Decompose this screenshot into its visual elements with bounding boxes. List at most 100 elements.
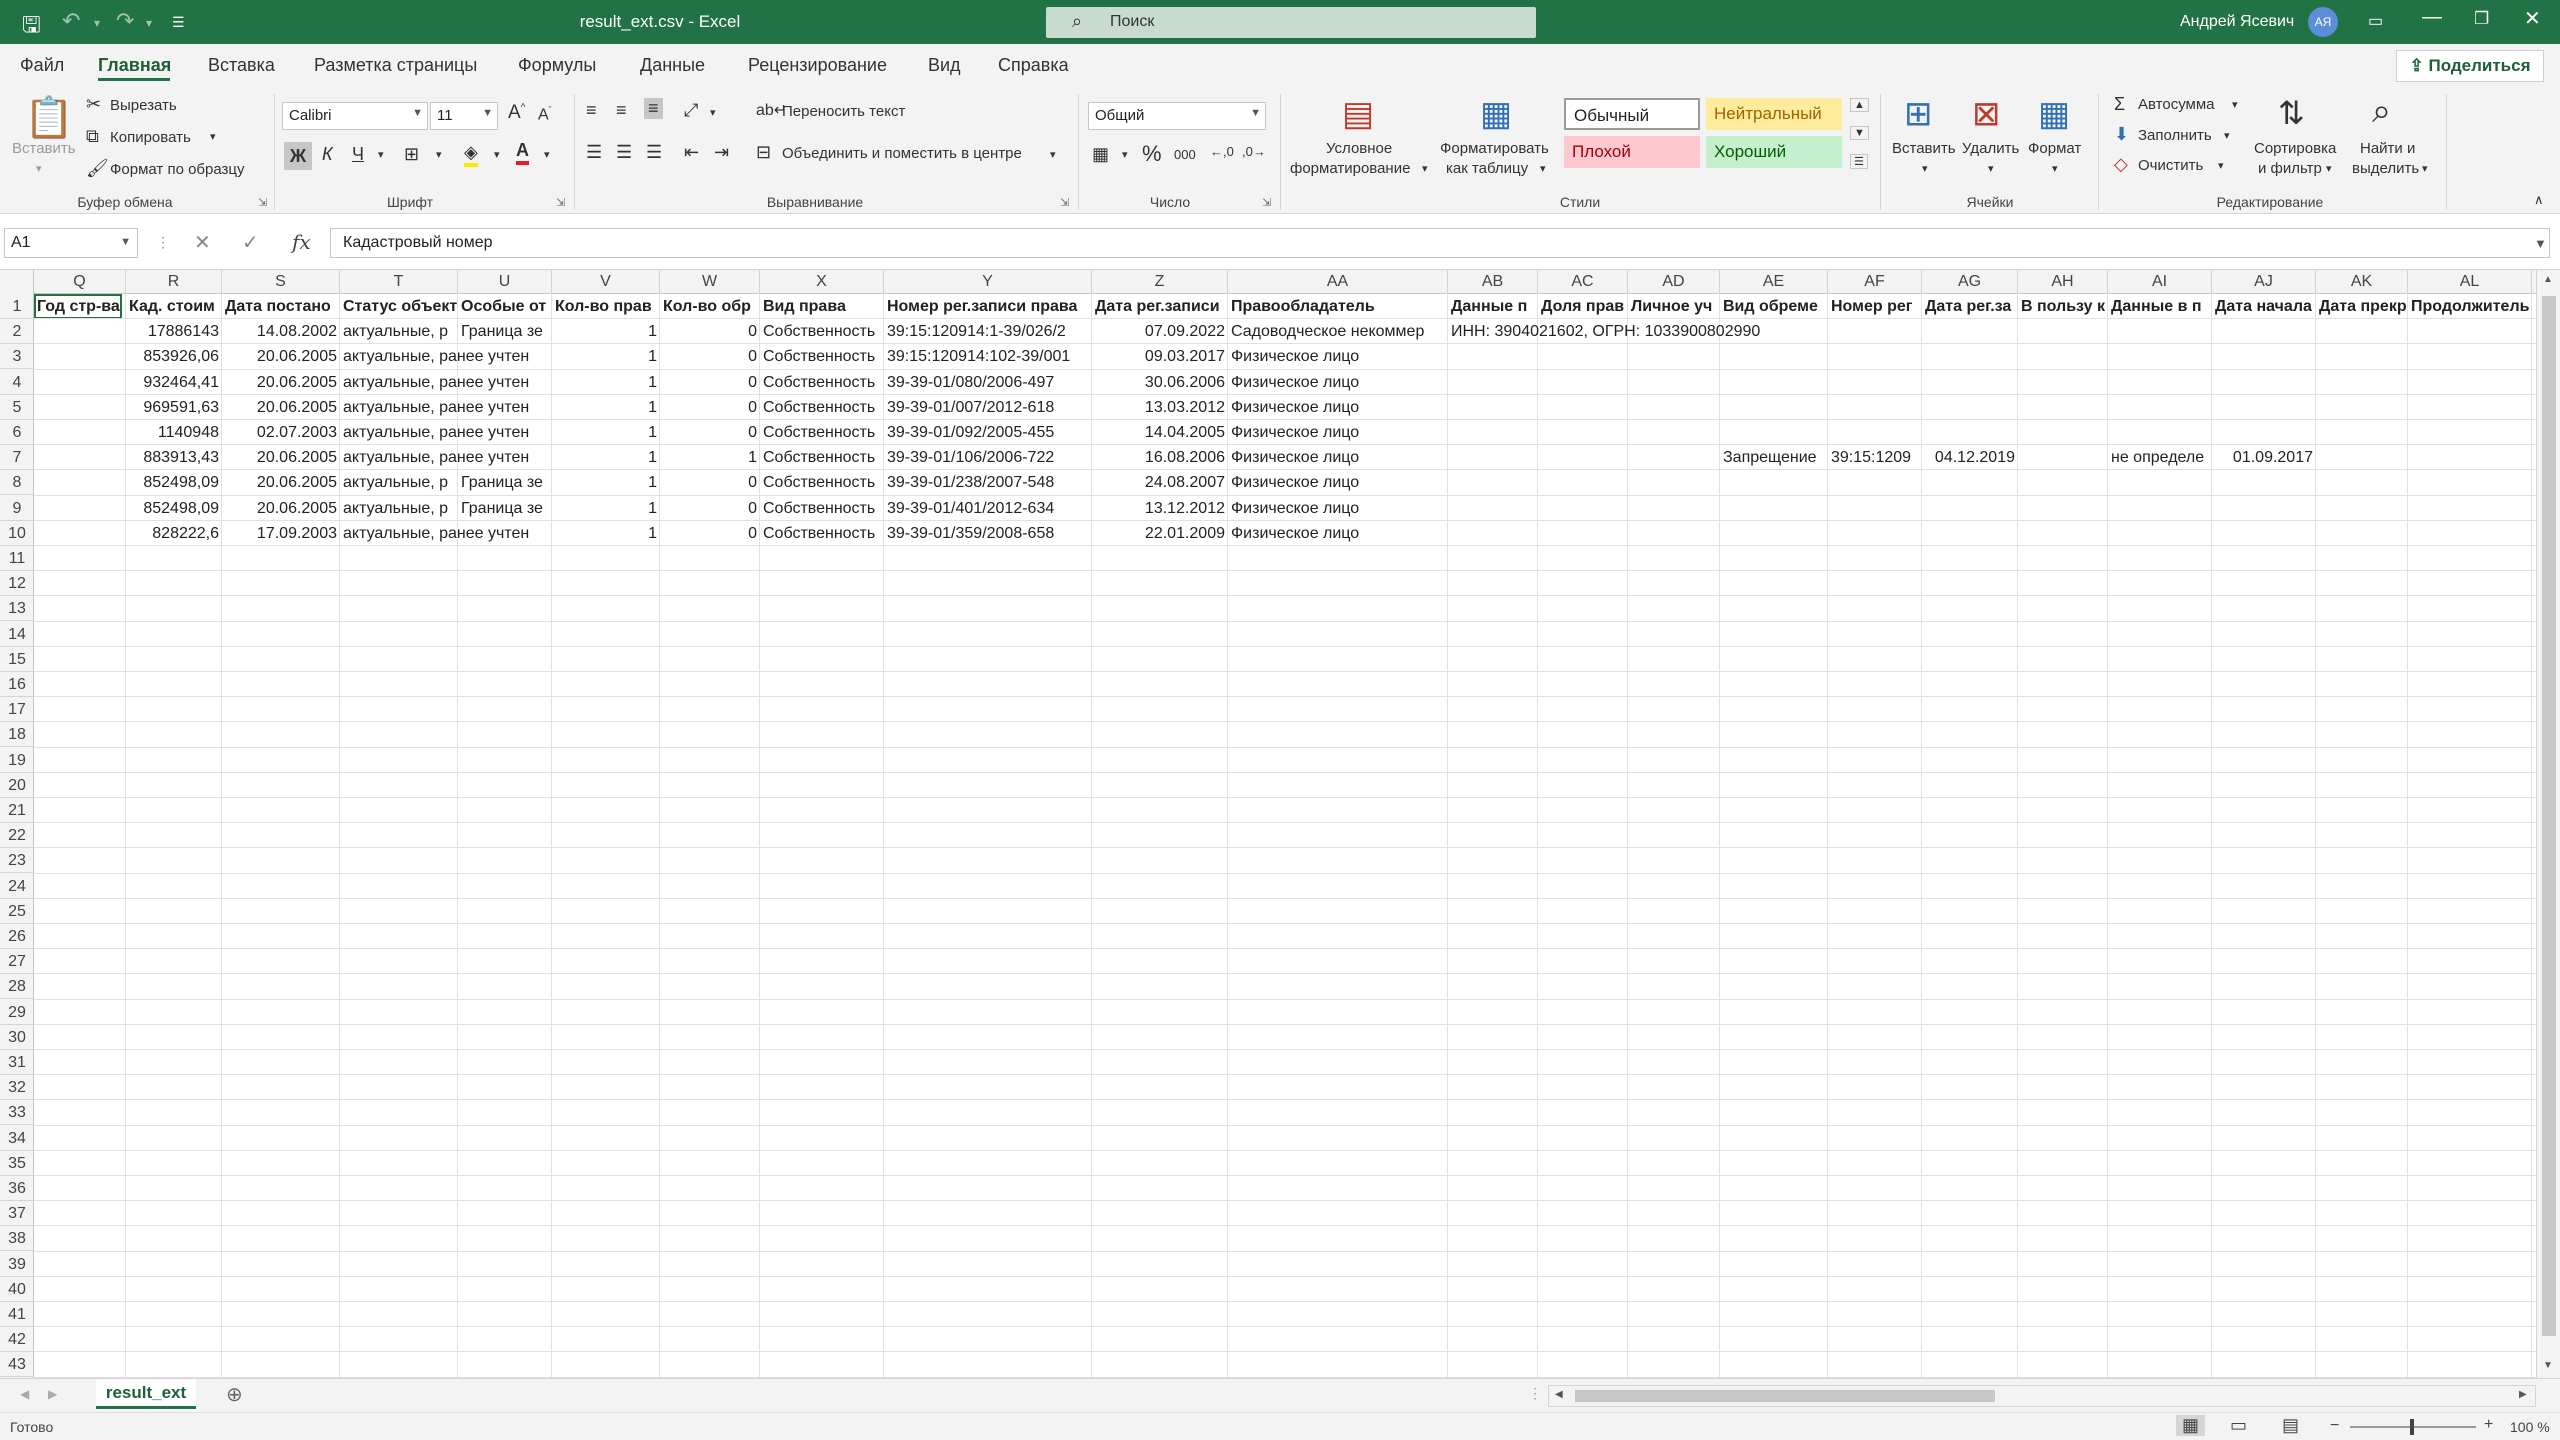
row-header[interactable]: 27 bbox=[0, 949, 34, 975]
row-header[interactable]: 23 bbox=[0, 848, 34, 874]
share-button[interactable]: ⇪ Поделиться bbox=[2396, 50, 2544, 82]
row-header[interactable]: 30 bbox=[0, 1025, 34, 1050]
align-right-icon[interactable]: ☰ bbox=[646, 142, 662, 163]
conditional-format-label-2[interactable]: форматирование bbox=[1290, 160, 1410, 177]
table-cell[interactable]: 22.01.2009 bbox=[1092, 521, 1228, 546]
sheet-tab-result-ext[interactable]: result_ext bbox=[96, 1379, 196, 1409]
header-cell[interactable]: Данные п bbox=[1448, 294, 1538, 319]
style-bad[interactable]: Плохой bbox=[1564, 136, 1700, 168]
clear-dropdown-icon[interactable]: ▾ bbox=[2218, 159, 2224, 172]
style-neutral[interactable]: Нейтральный bbox=[1706, 98, 1842, 130]
header-cell[interactable]: Статус объект bbox=[340, 294, 458, 319]
header-cell[interactable]: Дата рег.записи bbox=[1092, 294, 1228, 319]
column-header[interactable]: Q bbox=[34, 270, 126, 294]
row-header[interactable]: 22 bbox=[0, 823, 34, 849]
align-middle-icon[interactable]: ≡ bbox=[616, 100, 627, 121]
increase-decimal-icon[interactable]: ←,0 bbox=[1210, 144, 1234, 159]
find-select-dropdown-icon[interactable]: ▾ bbox=[2422, 162, 2428, 175]
table-cell[interactable]: 24.08.2007 bbox=[1092, 470, 1228, 495]
table-cell[interactable]: актуальные, р bbox=[340, 496, 458, 521]
row-header[interactable]: 15 bbox=[0, 647, 34, 672]
paste-button[interactable]: Вставить bbox=[12, 140, 76, 157]
orientation-dropdown-icon[interactable]: ▾ bbox=[710, 106, 716, 119]
alignment-launcher-icon[interactable]: ⇲ bbox=[1060, 196, 1069, 209]
vertical-scrollbar[interactable]: ▲ ▼ bbox=[2536, 270, 2560, 1378]
table-cell[interactable]: 17.09.2003 bbox=[222, 521, 340, 546]
column-header[interactable]: X bbox=[760, 270, 884, 294]
table-cell[interactable]: 852498,09 bbox=[126, 470, 222, 495]
row-header[interactable]: 24 bbox=[0, 874, 34, 899]
table-cell[interactable]: 0 bbox=[660, 344, 760, 369]
table-cell[interactable]: Собственность bbox=[760, 319, 884, 344]
tab-insert[interactable]: Вставка bbox=[208, 55, 275, 76]
wrap-text-button[interactable]: Переносить текст bbox=[782, 103, 905, 120]
restore-icon[interactable]: ❐ bbox=[2474, 9, 2489, 29]
table-cell[interactable]: 20.06.2005 bbox=[222, 470, 340, 495]
row-header[interactable]: 10 bbox=[0, 521, 34, 546]
header-cell[interactable]: Личное уч bbox=[1628, 294, 1720, 319]
row-header[interactable]: 26 bbox=[0, 924, 34, 949]
table-cell[interactable]: актуальные, р bbox=[340, 319, 458, 344]
table-cell[interactable]: 04.12.2019 bbox=[1922, 445, 2018, 470]
styles-more-icon[interactable]: ☰ bbox=[1850, 154, 1868, 169]
column-header[interactable]: AD bbox=[1628, 270, 1720, 294]
orientation-icon[interactable]: ⤢ bbox=[684, 100, 698, 121]
row-header[interactable]: 35 bbox=[0, 1151, 34, 1176]
column-header[interactable]: AA bbox=[1228, 270, 1448, 294]
font-color-dropdown-icon[interactable]: ▾ bbox=[544, 148, 550, 161]
align-bottom-icon[interactable]: ≡ bbox=[644, 98, 663, 119]
row-header[interactable]: 14 bbox=[0, 622, 34, 647]
table-cell[interactable]: 1 bbox=[552, 370, 660, 395]
table-cell[interactable]: Физическое лицо bbox=[1228, 470, 1362, 495]
header-cell[interactable]: Доля прав bbox=[1538, 294, 1628, 319]
row-header[interactable]: 18 bbox=[0, 722, 34, 748]
format-as-table-dropdown-icon[interactable]: ▾ bbox=[1540, 162, 1546, 175]
tab-help[interactable]: Справка bbox=[998, 55, 1069, 76]
align-top-icon[interactable]: ≡ bbox=[586, 100, 597, 121]
tab-view[interactable]: Вид bbox=[928, 55, 961, 76]
header-cell[interactable]: Кол-во обр bbox=[660, 294, 760, 319]
row-header[interactable]: 9 bbox=[0, 496, 34, 521]
conditional-format-label-1[interactable]: Условное bbox=[1326, 140, 1392, 157]
table-cell[interactable]: 17886143 bbox=[126, 319, 222, 344]
header-cell[interactable]: Особые от bbox=[458, 294, 552, 319]
format-painter-button[interactable]: Формат по образцу bbox=[110, 161, 245, 178]
percent-button[interactable]: % bbox=[1142, 141, 1162, 167]
header-cell[interactable]: Номер рег bbox=[1828, 294, 1922, 319]
row-header[interactable]: 5 bbox=[0, 395, 34, 420]
header-cell[interactable]: Номер рег.записи права bbox=[884, 294, 1092, 319]
cut-button[interactable]: Вырезать bbox=[110, 97, 177, 114]
table-cell[interactable]: 39-39-01/092/2005-455 bbox=[884, 420, 1092, 445]
row-header[interactable]: 21 bbox=[0, 798, 34, 823]
avatar[interactable]: АЯ bbox=[2308, 7, 2338, 37]
row-header[interactable]: 6 bbox=[0, 420, 34, 445]
delete-cells-dropdown-icon[interactable]: ▾ bbox=[1988, 162, 1994, 175]
table-cell[interactable]: актуальные, ранее учтен bbox=[340, 521, 532, 546]
column-header[interactable]: Y bbox=[884, 270, 1092, 294]
row-header[interactable]: 12 bbox=[0, 571, 34, 597]
table-cell[interactable]: 39-39-01/401/2012-634 bbox=[884, 496, 1092, 521]
font-color-icon[interactable]: A bbox=[516, 140, 529, 165]
column-header[interactable]: V bbox=[552, 270, 660, 294]
header-cell[interactable]: Кол-во прав bbox=[552, 294, 660, 319]
tab-formulas[interactable]: Формулы bbox=[518, 55, 596, 76]
decrease-indent-icon[interactable]: ⇤ bbox=[684, 142, 699, 163]
confirm-icon[interactable]: ✓ bbox=[242, 230, 259, 255]
table-cell[interactable]: 1 bbox=[660, 445, 760, 470]
italic-button[interactable]: К bbox=[322, 144, 333, 165]
row-header[interactable]: 17 bbox=[0, 697, 34, 723]
style-normal[interactable]: Обычный bbox=[1564, 98, 1700, 130]
table-cell[interactable]: Физическое лицо bbox=[1228, 496, 1362, 521]
table-cell[interactable]: Граница зе bbox=[458, 496, 552, 521]
scroll-down-icon[interactable]: ▼ bbox=[2543, 1360, 2553, 1371]
fill-color-icon[interactable]: ◈ bbox=[464, 142, 478, 167]
row-header[interactable]: 7 bbox=[0, 445, 34, 471]
table-cell[interactable]: Собственность bbox=[760, 521, 884, 546]
tab-home[interactable]: Главная bbox=[98, 55, 171, 76]
cell-area[interactable]: Год стр-ва Кад. стоим Дата постано Статус о… bbox=[34, 294, 2536, 1378]
font-name-select[interactable]: Calibri ▼ bbox=[282, 102, 428, 130]
font-launcher-icon[interactable]: ⇲ bbox=[556, 196, 565, 209]
column-header[interactable]: W bbox=[660, 270, 760, 294]
row-header[interactable]: 41 bbox=[0, 1302, 34, 1327]
paste-icon[interactable]: 📋 bbox=[24, 94, 74, 141]
